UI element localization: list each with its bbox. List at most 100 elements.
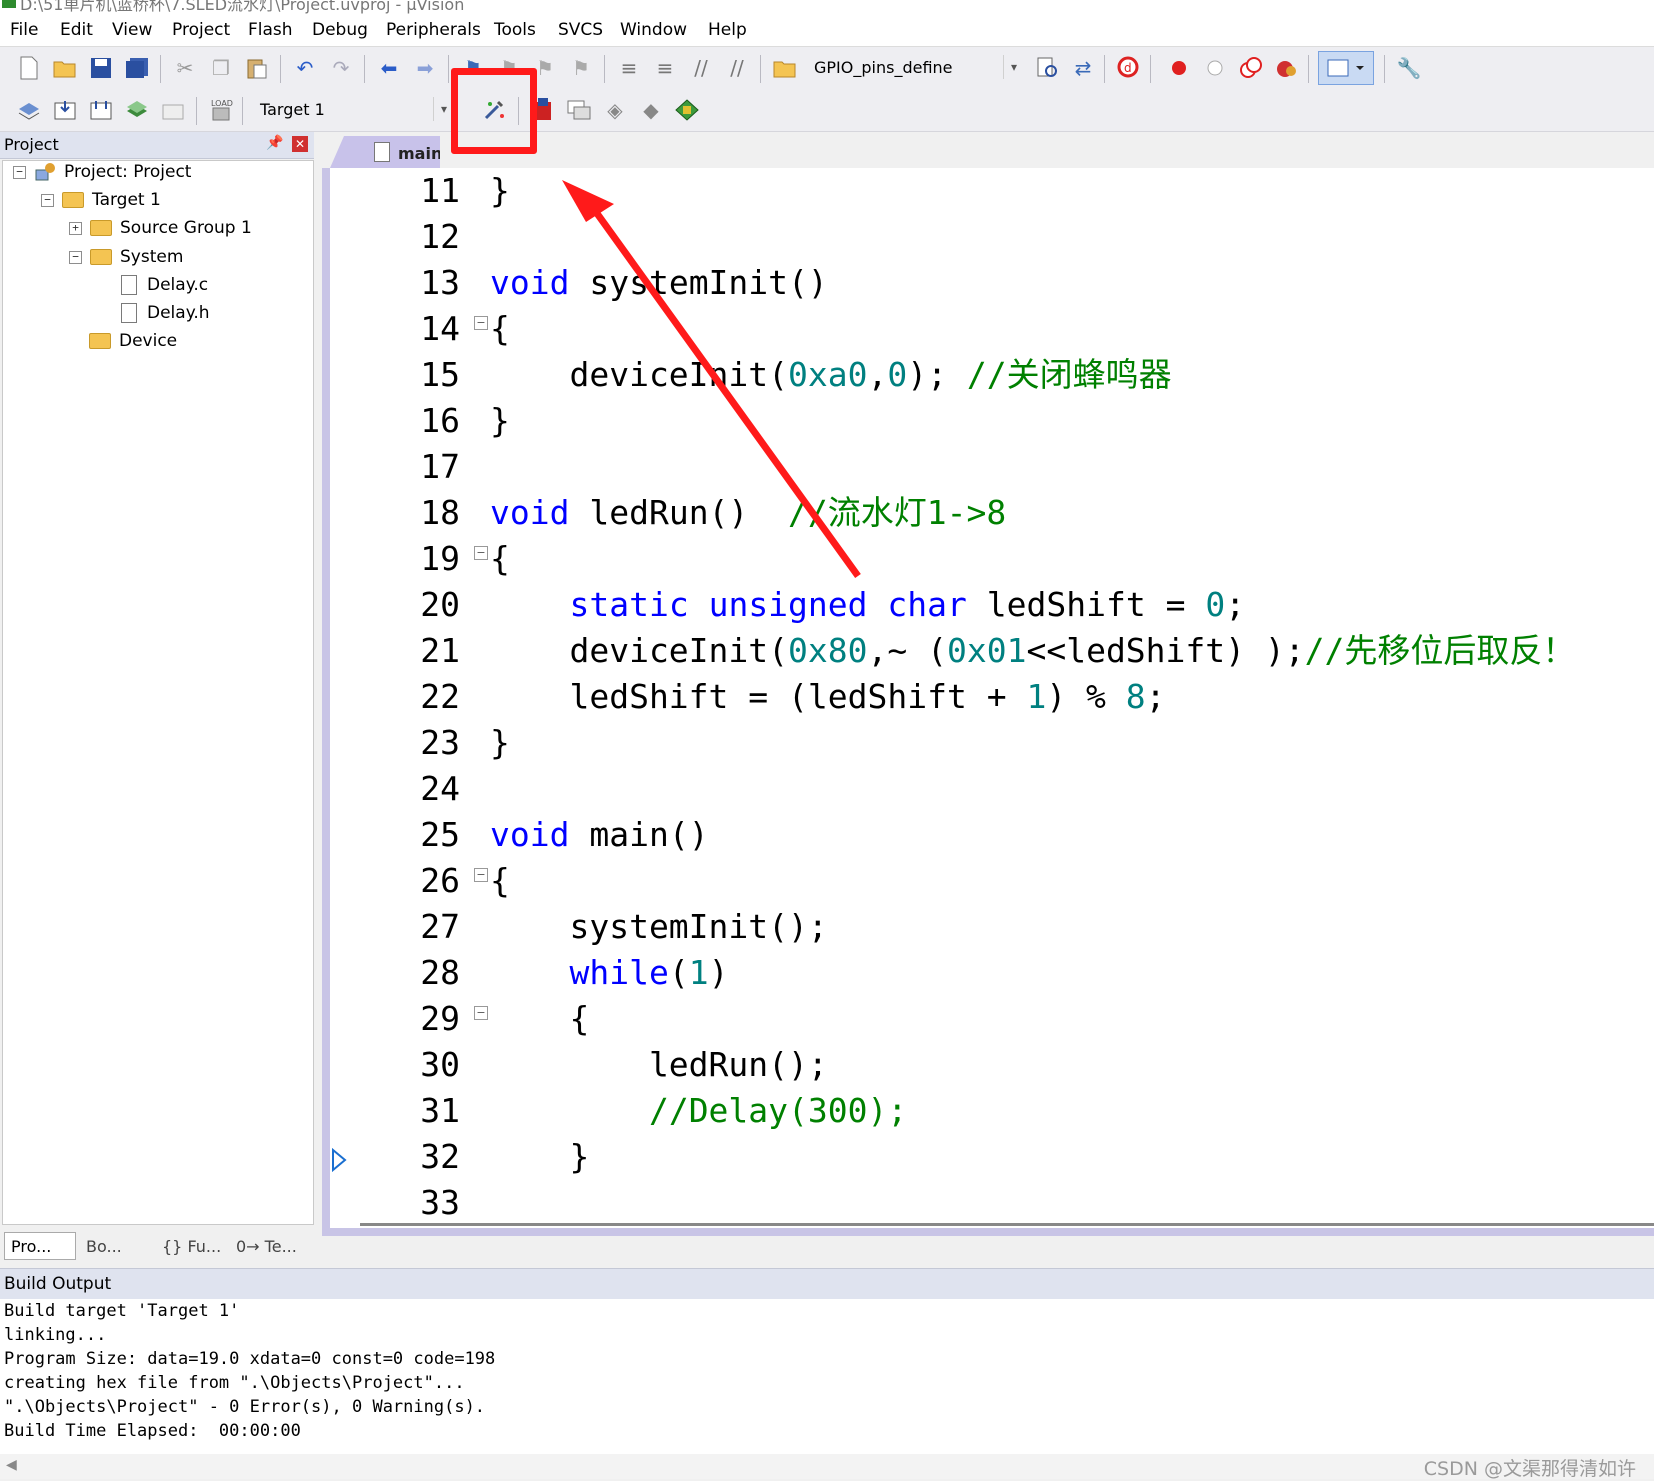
menu-debug[interactable]: Debug (312, 20, 368, 40)
kill-breakpoints-icon[interactable] (1272, 53, 1302, 83)
file-icon (374, 142, 390, 162)
project-icon (34, 162, 58, 182)
tree-item-target[interactable]: − Target 1 (41, 186, 161, 214)
tree-item-delay-c[interactable]: Delay.c (121, 271, 208, 299)
menu-tools[interactable]: Tools (494, 20, 536, 40)
rebuild-icon[interactable] (86, 95, 116, 125)
tree-item-label: Delay.h (147, 303, 210, 323)
tree-item-system[interactable]: − System (69, 243, 183, 271)
fold-marker-icon[interactable]: − (474, 1006, 488, 1020)
tab-project[interactable]: Pro... (4, 1232, 76, 1260)
menu-project[interactable]: Project (172, 20, 230, 40)
find-icon[interactable] (1032, 53, 1062, 83)
toolbar-separator (604, 55, 605, 83)
copy-icon[interactable]: ❐ (206, 53, 236, 83)
tab-templates[interactable]: 0→ Te... (230, 1232, 310, 1260)
incremental-find-icon[interactable]: ⇄ (1068, 53, 1098, 83)
build-output-panel[interactable]: Build target 'Target 1' linking... Progr… (0, 1299, 1654, 1454)
comment-icon[interactable]: // (686, 53, 716, 83)
menu-edit[interactable]: Edit (60, 20, 93, 40)
window-layout-icon[interactable] (1318, 51, 1374, 85)
new-file-icon[interactable] (14, 53, 44, 83)
close-icon[interactable]: ✕ (292, 136, 308, 152)
fold-marker-icon[interactable]: − (474, 316, 488, 330)
find-in-files-icon[interactable] (770, 53, 800, 83)
scroll-left-icon[interactable]: ◀ (6, 1457, 17, 1473)
code-token: systemInit() (569, 263, 828, 302)
build-icon[interactable] (50, 95, 80, 125)
navigate-back-icon[interactable]: ⬅ (374, 53, 404, 83)
build-output-scrollbar[interactable]: ◀ (0, 1454, 1654, 1479)
translate-icon[interactable] (14, 95, 44, 125)
navigate-forward-icon[interactable]: ➡ (410, 53, 440, 83)
collapse-icon[interactable]: − (41, 193, 54, 207)
save-all-icon[interactable] (122, 53, 152, 83)
tab-main-c[interactable]: main.c (330, 136, 440, 168)
manage-components-icon[interactable] (564, 95, 594, 125)
clear-bookmarks-icon[interactable]: ⚑ (566, 53, 596, 83)
horizontal-scrollbar[interactable] (360, 1223, 1654, 1226)
line-number: 28 (420, 953, 460, 992)
fold-marker-icon[interactable]: − (474, 546, 488, 560)
menu-flash[interactable]: Flash (248, 20, 293, 40)
stop-build-icon[interactable] (158, 95, 188, 125)
save-icon[interactable] (86, 53, 116, 83)
code-token: deviceInit( (490, 355, 789, 394)
redo-icon[interactable]: ↷ (326, 53, 356, 83)
collapse-icon[interactable]: − (69, 250, 82, 264)
cut-icon[interactable]: ✂ (170, 53, 200, 83)
code-editor[interactable]: 11 12 13 14 15 16 17 18 19 20 21 22 23 2… (322, 168, 1654, 1236)
tree-item-project[interactable]: − Project: Project (13, 158, 191, 186)
indent-icon[interactable]: ≡ (614, 53, 644, 83)
tree-item-label: Source Group 1 (120, 218, 252, 238)
unindent-icon[interactable]: ≡ (650, 53, 680, 83)
menu-window[interactable]: Window (620, 20, 687, 40)
batch-build-icon[interactable] (122, 95, 152, 125)
find-combo[interactable]: GPIO_pins_define ▾ (806, 55, 1024, 81)
paste-icon[interactable] (242, 53, 272, 83)
code-comment: //先移位后取反！ (1304, 631, 1576, 670)
build-output-line: Build Time Elapsed: 00:00:00 (4, 1421, 301, 1441)
disable-breakpoints-icon[interactable] (1236, 53, 1266, 83)
undo-icon[interactable]: ↶ (290, 53, 320, 83)
configure-icon[interactable]: 🔧 (1394, 53, 1424, 83)
menu-peripherals[interactable]: Peripherals (386, 20, 481, 40)
rte-icon[interactable] (672, 95, 702, 125)
select-packs-icon[interactable]: ◈ (600, 95, 630, 125)
target-select[interactable]: Target 1 ▾ (252, 97, 454, 123)
expand-icon[interactable]: + (69, 221, 82, 235)
line-number: 14 (420, 309, 460, 348)
code-token: ; (1225, 585, 1246, 624)
build-output-line: linking... (4, 1325, 107, 1345)
insert-breakpoint-icon[interactable] (1164, 53, 1194, 83)
download-icon[interactable]: LOAD (206, 95, 236, 125)
tree-item-delay-h[interactable]: Delay.h (121, 299, 210, 327)
code-keyword: unsigned (708, 585, 868, 624)
toolbar-separator (242, 97, 243, 125)
open-folder-icon[interactable] (50, 53, 80, 83)
highlight-box-annotation (451, 68, 537, 154)
toolbar-separator (448, 55, 449, 83)
debug-session-icon[interactable]: d (1114, 53, 1144, 83)
pin-icon[interactable]: 📌 (266, 135, 283, 151)
code-token: { (490, 309, 510, 348)
line-number: 13 (420, 263, 460, 302)
uncomment-icon[interactable]: // (722, 53, 752, 83)
enable-breakpoint-icon[interactable] (1200, 53, 1230, 83)
collapse-icon[interactable]: − (13, 165, 26, 179)
line-number: 22 (420, 677, 460, 716)
folder-icon (90, 249, 112, 265)
tree-item-source-group[interactable]: + Source Group 1 (69, 214, 252, 242)
target-select-value: Target 1 (260, 100, 325, 119)
menu-svcs[interactable]: SVCS (558, 20, 603, 40)
pack-installer-icon[interactable]: ◆ (636, 95, 666, 125)
menu-help[interactable]: Help (708, 20, 747, 40)
menu-file[interactable]: File (10, 20, 38, 40)
menu-view[interactable]: View (112, 20, 152, 40)
fold-marker-icon[interactable]: − (474, 868, 488, 882)
tree-item-device[interactable]: Device (89, 327, 177, 355)
tab-books[interactable]: Bo... (80, 1232, 152, 1260)
tab-functions[interactable]: {} Fu... (156, 1232, 228, 1260)
code-token: ; (1145, 677, 1166, 716)
chevron-down-icon[interactable]: ▾ (1003, 55, 1024, 79)
